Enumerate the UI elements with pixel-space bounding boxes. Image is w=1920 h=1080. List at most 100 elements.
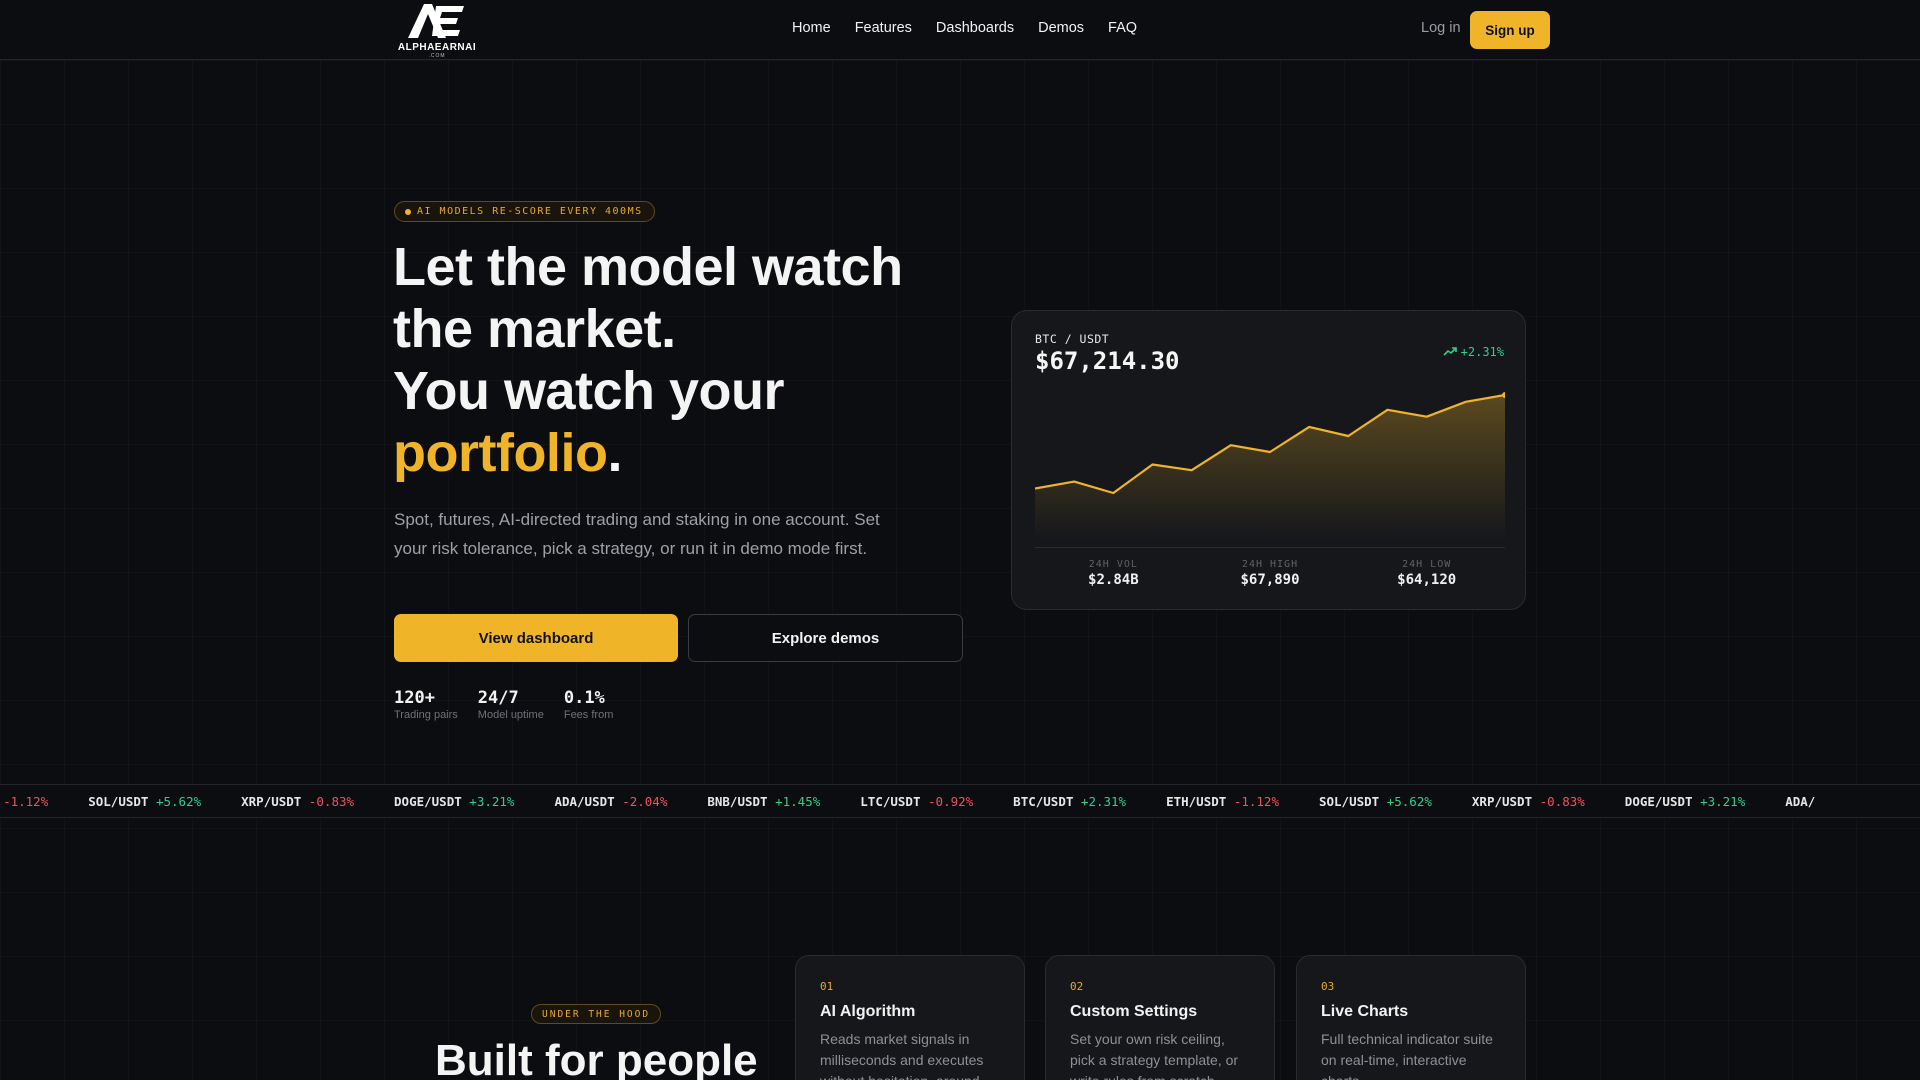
nav-dashboards[interactable]: Dashboards	[936, 20, 1014, 36]
card-stat-label: 24H VOL	[1088, 559, 1138, 570]
ticker-change: -0.83%	[308, 794, 355, 809]
feature-card-custom-settings[interactable]: 02 Custom Settings Set your own risk cei…	[1045, 955, 1275, 1080]
signup-button[interactable]: Sign up	[1470, 11, 1550, 49]
live-dot-icon	[405, 208, 411, 215]
card-stat-low: 24H LOW $64,120	[1348, 559, 1505, 589]
ticker-item[interactable]: XRP/USDT -0.83%	[241, 794, 354, 809]
card-change-value: +2.31%	[1460, 345, 1504, 359]
ticker-change: +1.45%	[775, 794, 821, 809]
ticker-item[interactable]: T -1.12%	[0, 794, 48, 809]
logo-mark-icon	[408, 4, 464, 38]
brand-domain: .COM	[428, 53, 446, 59]
brand-name: ALPHAEARNAI	[397, 42, 477, 53]
headline-line-2: the market.	[393, 299, 676, 359]
ticker-item[interactable]: DOGE/USDT +3.21%	[394, 794, 514, 809]
grid-background	[0, 60, 1920, 1080]
headline-end: .	[607, 423, 622, 483]
ticker-item[interactable]: XRP/USDT -0.83%	[1472, 794, 1585, 809]
ticker-pair: SOL/USDT	[1318, 794, 1380, 809]
ticker-change: +5.62%	[1386, 794, 1432, 809]
ticker-change: +5.62%	[155, 794, 202, 809]
price-chart-card: BTC / USDT $67,214.30 +2.31% 24H VOL $2.…	[1011, 310, 1526, 610]
stat-label: Model uptime	[477, 709, 544, 721]
card-stats: 24H VOL $2.84B 24H HIGH $67,890 24H LOW …	[1035, 559, 1505, 589]
stat-trading-pairs: 120+ Trading pairs	[394, 688, 458, 722]
card-pair: BTC / USDT	[1035, 332, 1110, 346]
feature-title: AI Algorithm	[820, 1003, 916, 1020]
nav-links: Home Features Dashboards Demos FAQ	[792, 20, 1137, 36]
ticker-change: +3.21%	[1700, 794, 1746, 809]
feature-card-ai-algorithm[interactable]: 01 AI Algorithm Reads market signals in …	[795, 955, 1025, 1080]
ticker-change: -0.92%	[928, 794, 974, 809]
ticker-pair: XRP/USDT	[241, 794, 302, 809]
card-stat-high: 24H HIGH $67,890	[1192, 559, 1349, 589]
nav-home[interactable]: Home	[792, 20, 831, 36]
stat-label: Fees from	[563, 709, 614, 721]
feature-number: 02	[1070, 980, 1084, 993]
ticker-item[interactable]: LTC/USDT -0.92%	[860, 794, 973, 809]
ticker-item[interactable]: SOL/USDT +5.62%	[88, 794, 201, 809]
ticker-item[interactable]: ADA/USDT -2.04%	[554, 794, 667, 809]
price-chart	[1035, 392, 1505, 539]
card-stat-label: 24H LOW	[1402, 559, 1452, 570]
headline-line-1: Let the model watch	[393, 237, 903, 297]
card-stat-label: 24H HIGH	[1241, 559, 1299, 570]
view-dashboard-button[interactable]: View dashboard	[394, 614, 678, 662]
price-ticker: T -1.12% SOL/USDT +5.62% XRP/USDT -0.83% DO…	[0, 784, 1920, 818]
feature-number: 01	[820, 980, 834, 993]
feature-number: 03	[1321, 980, 1335, 993]
hero-headline: Let the model watch the market. You watc…	[393, 236, 993, 484]
hero-subtitle: Spot, futures, AI-directed trading and s…	[394, 510, 880, 558]
feature-card-live-charts[interactable]: 03 Live Charts Full technical indicator …	[1296, 955, 1526, 1080]
ticker-item[interactable]: ADA/	[1785, 794, 1815, 809]
ticker-item[interactable]: BNB/USDT +1.45%	[707, 794, 820, 809]
ticker-pair: ETH/USDT	[1166, 794, 1227, 809]
hero-badge-text: AI MODELS RE-SCORE EVERY 400MS	[417, 206, 643, 217]
ticker-pair: ADA/USDT	[554, 794, 615, 809]
card-price: $67,214.30	[1035, 347, 1180, 375]
ticker-pair: SOL/USDT	[88, 794, 149, 809]
stat-value: 0.1%	[563, 688, 605, 708]
feature-desc: Reads market signals in milliseconds and…	[820, 1031, 984, 1080]
chart-area-fill	[1035, 395, 1505, 539]
nav-demos[interactable]: Demos	[1038, 20, 1084, 36]
ticker-item[interactable]: BTC/USDT +2.31%	[1013, 794, 1126, 809]
stat-label: Trading pairs	[394, 709, 458, 721]
ticker-pair: BTC/USDT	[1013, 794, 1074, 809]
ticker-change: -1.12%	[1233, 794, 1279, 809]
feature-desc: Set your own risk ceiling, pick a strate…	[1070, 1031, 1239, 1080]
card-divider	[1035, 547, 1505, 548]
trend-up-icon	[1443, 347, 1457, 356]
ticker-track: T -1.12% SOL/USDT +5.62% XRP/USDT -0.83% DO…	[0, 794, 1815, 809]
card-stat-volume: 24H VOL $2.84B	[1035, 559, 1192, 589]
ticker-item[interactable]: SOL/USDT +5.62%	[1319, 794, 1432, 809]
ticker-pair: DOGE/USDT	[394, 794, 462, 809]
section-badge: UNDER THE HOOD	[531, 1004, 662, 1024]
ticker-change: +3.21%	[469, 794, 515, 809]
stat-model-uptime: 24/7 Model uptime	[478, 688, 544, 722]
nav-faq[interactable]: FAQ	[1108, 20, 1137, 36]
ticker-pair: DOGE/USDT	[1624, 794, 1693, 809]
stat-fees: 0.1% Fees from	[564, 688, 614, 722]
login-link[interactable]: Log in	[1421, 20, 1461, 36]
ticker-item[interactable]: DOGE/USDT +3.21%	[1625, 794, 1745, 809]
ticker-change: +2.31%	[1080, 794, 1127, 809]
ticker-change: -1.12%	[3, 794, 49, 809]
brand-logo[interactable]: ALPHAEARNAI .COM	[392, 0, 482, 60]
ticker-item[interactable]: ETH/USDT -1.12%	[1166, 794, 1279, 809]
ticker-pair: ADA/	[1785, 794, 1816, 809]
explore-demos-button[interactable]: Explore demos	[688, 614, 963, 662]
stat-value: 24/7	[477, 688, 519, 708]
card-change: +2.31%	[1443, 345, 1504, 359]
nav-features[interactable]: Features	[855, 20, 912, 36]
feature-desc: Full technical indicator suite on real-t…	[1321, 1031, 1493, 1080]
ticker-change: -0.83%	[1539, 794, 1585, 809]
headline-accent: portfolio	[393, 423, 608, 483]
stat-value: 120+	[394, 688, 435, 708]
ticker-pair: XRP/USDT	[1471, 794, 1533, 809]
card-stat-value: $64,120	[1397, 572, 1457, 588]
hero-badge: AI MODELS RE-SCORE EVERY 400MS	[394, 201, 655, 222]
headline-line-3: You watch your	[393, 361, 785, 421]
top-nav: ALPHAEARNAI .COM Home Features Dashboard…	[0, 0, 1920, 60]
ticker-change: -2.04%	[622, 794, 668, 809]
